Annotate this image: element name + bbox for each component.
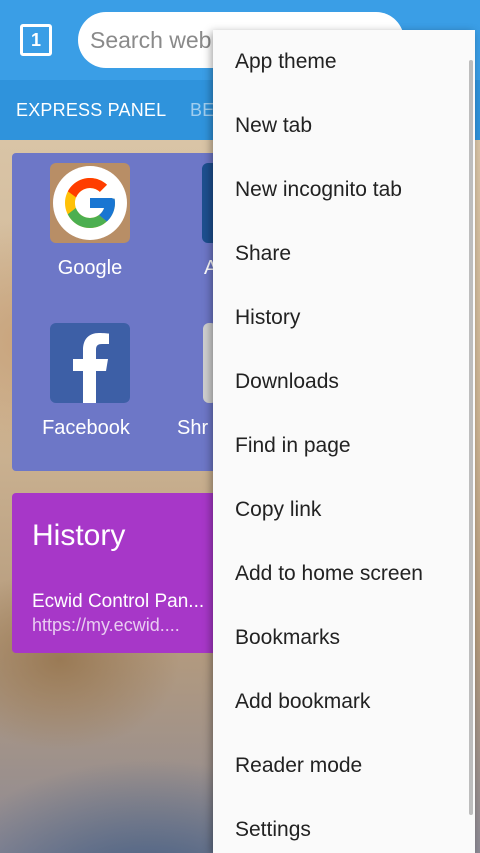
menu-item-new-incognito-tab[interactable]: New incognito tab — [235, 178, 402, 202]
menu-item-share[interactable]: Share — [235, 242, 291, 266]
search-placeholder: Search web — [90, 26, 212, 53]
menu-item-copy-link[interactable]: Copy link — [235, 498, 321, 522]
tile-label: Facebook — [42, 417, 130, 439]
tab-count: 1 — [30, 29, 41, 50]
menu-item-add-to-home-screen[interactable]: Add to home screen — [235, 562, 423, 586]
menu-scrollbar[interactable] — [469, 60, 473, 815]
menu-item-app-theme[interactable]: App theme — [235, 50, 337, 74]
tab-counter-button[interactable]: 1 — [20, 24, 52, 56]
overflow-menu: App theme New tab New incognito tab Shar… — [213, 30, 475, 853]
facebook-icon — [50, 323, 130, 403]
menu-item-find-in-page[interactable]: Find in page — [235, 434, 351, 458]
tile-facebook[interactable]: Facebook — [42, 323, 130, 440]
menu-item-add-bookmark[interactable]: Add bookmark — [235, 690, 370, 714]
tab-express-panel[interactable]: EXPRESS PANEL — [16, 100, 166, 121]
menu-item-new-tab[interactable]: New tab — [235, 114, 312, 138]
tab-bookmarks-partial[interactable]: BE — [190, 100, 214, 121]
tile-label: Google — [57, 257, 123, 279]
history-card-title: History — [32, 519, 126, 552]
history-item-title[interactable]: Ecwid Control Pan... — [32, 591, 204, 613]
menu-item-history[interactable]: History — [235, 306, 300, 330]
menu-item-reader-mode[interactable]: Reader mode — [235, 754, 362, 778]
google-icon — [50, 163, 130, 243]
menu-item-downloads[interactable]: Downloads — [235, 370, 339, 394]
tile-google[interactable]: Google — [50, 163, 130, 280]
menu-item-bookmarks[interactable]: Bookmarks — [235, 626, 340, 650]
history-item-url[interactable]: https://my.ecwid.... — [32, 615, 180, 636]
menu-item-settings[interactable]: Settings — [235, 818, 311, 842]
